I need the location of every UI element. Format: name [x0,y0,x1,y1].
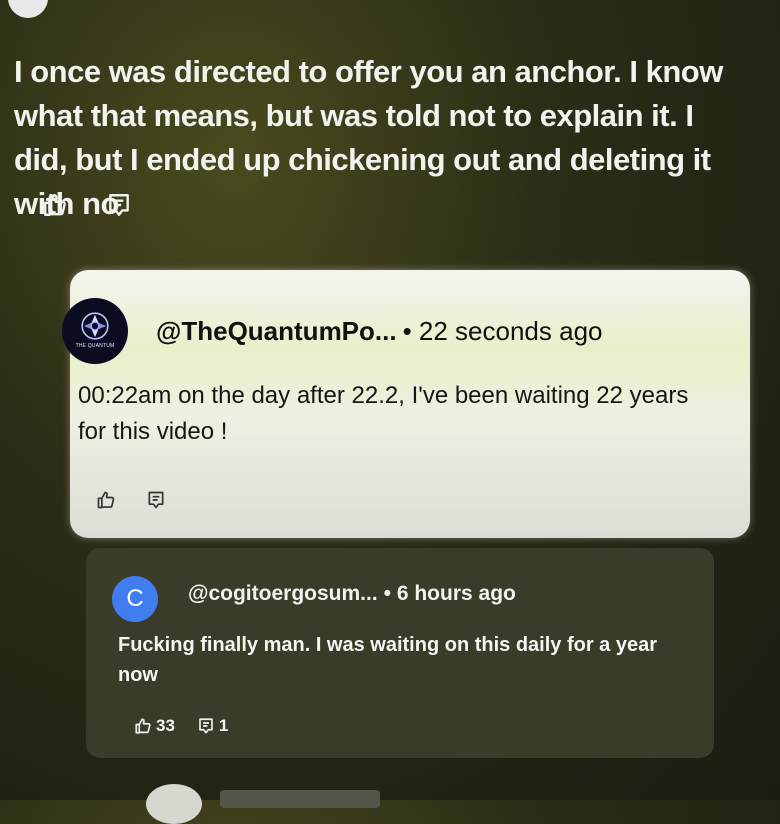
like-count: 33 [156,716,175,735]
author-handle[interactable]: @TheQuantumPo... [156,316,397,346]
avatar[interactable] [146,784,202,824]
comment-actions: 33 1 [134,716,228,736]
author-handle[interactable]: @cogitoergosum... [188,582,378,605]
logo-text: THE QUANTUM [75,342,115,349]
comment-actions [96,490,166,510]
author-handle-placeholder [220,790,380,808]
comment-actions [42,192,132,218]
quantum-logo-icon [81,311,109,340]
reply-card: THE QUANTUM @TheQuantumPo... • 22 seconds… [62,270,750,538]
avatar[interactable]: C [112,576,158,622]
reply-count: 1 [218,716,229,735]
reply-icon[interactable] [146,490,166,510]
thumbs-up-icon[interactable] [96,490,116,510]
avatar[interactable]: THE QUANTUM [62,298,128,364]
like-button[interactable]: 33 [134,716,175,736]
comment-header: @cogitoergosum... • 6 hours ago [188,582,516,606]
thumbs-up-icon[interactable] [42,192,68,218]
avatar[interactable] [8,0,48,18]
reply-card: C @cogitoergosum... • 6 hours ago Fucking… [86,548,714,758]
reply-button[interactable]: 1 [197,716,228,736]
comment-header: @TheQuantumPo... • 22 seconds ago [156,316,603,347]
timestamp: • 22 seconds ago [402,316,603,346]
reply-icon[interactable] [106,192,132,218]
reply-icon [199,718,213,734]
timestamp: • 6 hours ago [383,582,516,605]
thumbs-up-icon [135,718,151,734]
comment-text: 00:22am on the day after 22.2, I've been… [78,382,689,445]
comment-text: Fucking finally man. I was waiting on th… [118,634,658,686]
